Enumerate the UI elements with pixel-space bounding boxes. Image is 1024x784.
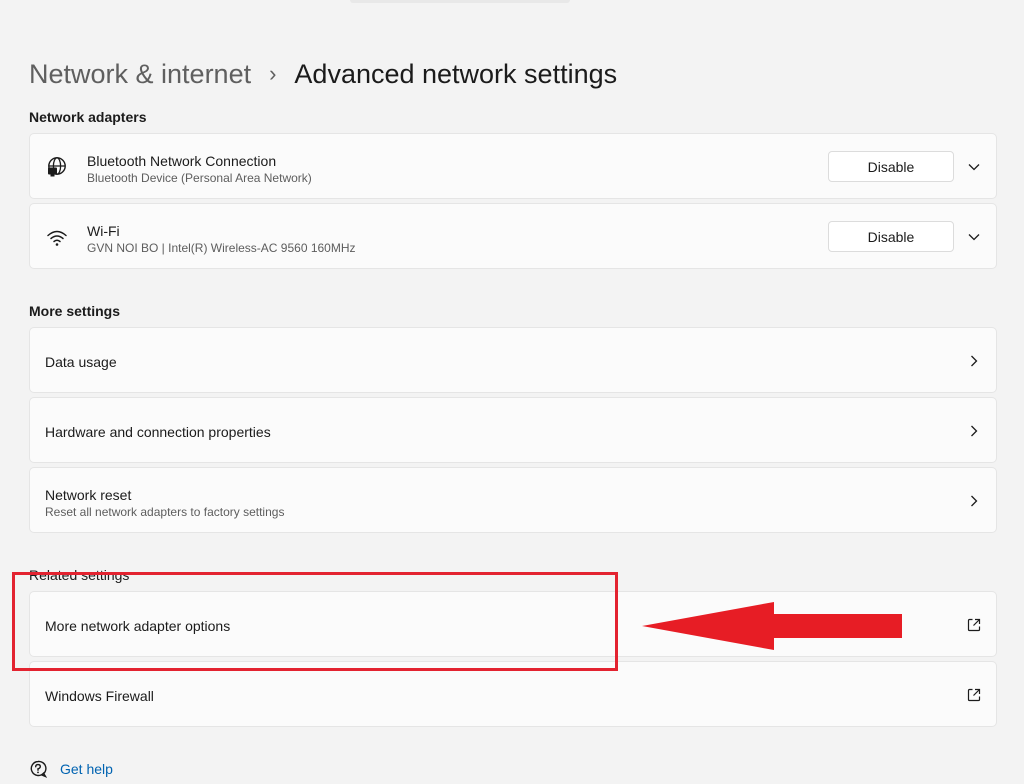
open-external-icon (967, 688, 981, 702)
disable-bluetooth-button[interactable]: Disable (828, 151, 954, 182)
adapter-name: Bluetooth Network Connection (87, 153, 277, 169)
settings-item-title: Windows Firewall (45, 688, 154, 704)
page-title: Advanced network settings (294, 58, 618, 89)
related-settings-heading: Related settings (29, 567, 130, 583)
wifi-icon (47, 230, 67, 246)
adapter-description: GVN NOI BO | Intel(R) Wireless-AC 9560 1… (87, 241, 356, 255)
globe-monitor-icon (48, 157, 66, 177)
settings-item-title: Hardware and connection properties (45, 424, 271, 440)
adapter-description: Bluetooth Device (Personal Area Network) (87, 171, 312, 185)
settings-page: Network & internet › Advanced network se… (0, 0, 1024, 784)
chevron-down-icon[interactable] (966, 159, 982, 175)
settings-item-hardware-properties[interactable]: Hardware and connection properties (29, 397, 997, 463)
help-chat-icon (30, 760, 47, 778)
breadcrumb-parent-link[interactable]: Network & internet (29, 59, 251, 90)
chevron-down-icon[interactable] (966, 229, 982, 245)
settings-item-description: Reset all network adapters to factory se… (45, 505, 285, 519)
get-help[interactable]: Get help (29, 758, 113, 780)
more-settings-heading: More settings (29, 303, 121, 319)
get-help-link[interactable]: Get help (60, 761, 113, 777)
adapter-card-bluetooth[interactable]: Bluetooth Network Connection Bluetooth D… (29, 133, 997, 199)
adapter-name: Wi-Fi (87, 223, 120, 239)
settings-item-data-usage[interactable]: Data usage (29, 327, 997, 393)
adapter-card-wifi[interactable]: Wi-Fi GVN NOI BO | Intel(R) Wireless-AC … (29, 203, 997, 269)
disable-wifi-button[interactable]: Disable (828, 221, 954, 252)
settings-item-windows-firewall[interactable]: Windows Firewall (29, 661, 997, 727)
open-external-icon (967, 618, 981, 632)
settings-item-title: Network reset (45, 487, 132, 503)
breadcrumb-separator: › (269, 61, 277, 86)
settings-item-title: More network adapter options (45, 618, 231, 634)
network-adapters-heading: Network adapters (29, 109, 147, 125)
window-top-edge (350, 0, 570, 3)
settings-item-network-reset[interactable]: Network reset Reset all network adapters… (29, 467, 997, 533)
chevron-right-icon (971, 495, 978, 507)
settings-item-more-adapter-options[interactable]: More network adapter options (29, 591, 997, 657)
settings-item-title: Data usage (45, 354, 117, 370)
breadcrumb: Network & internet › Advanced network se… (29, 56, 617, 92)
chevron-right-icon (971, 355, 978, 367)
chevron-right-icon (971, 425, 978, 437)
